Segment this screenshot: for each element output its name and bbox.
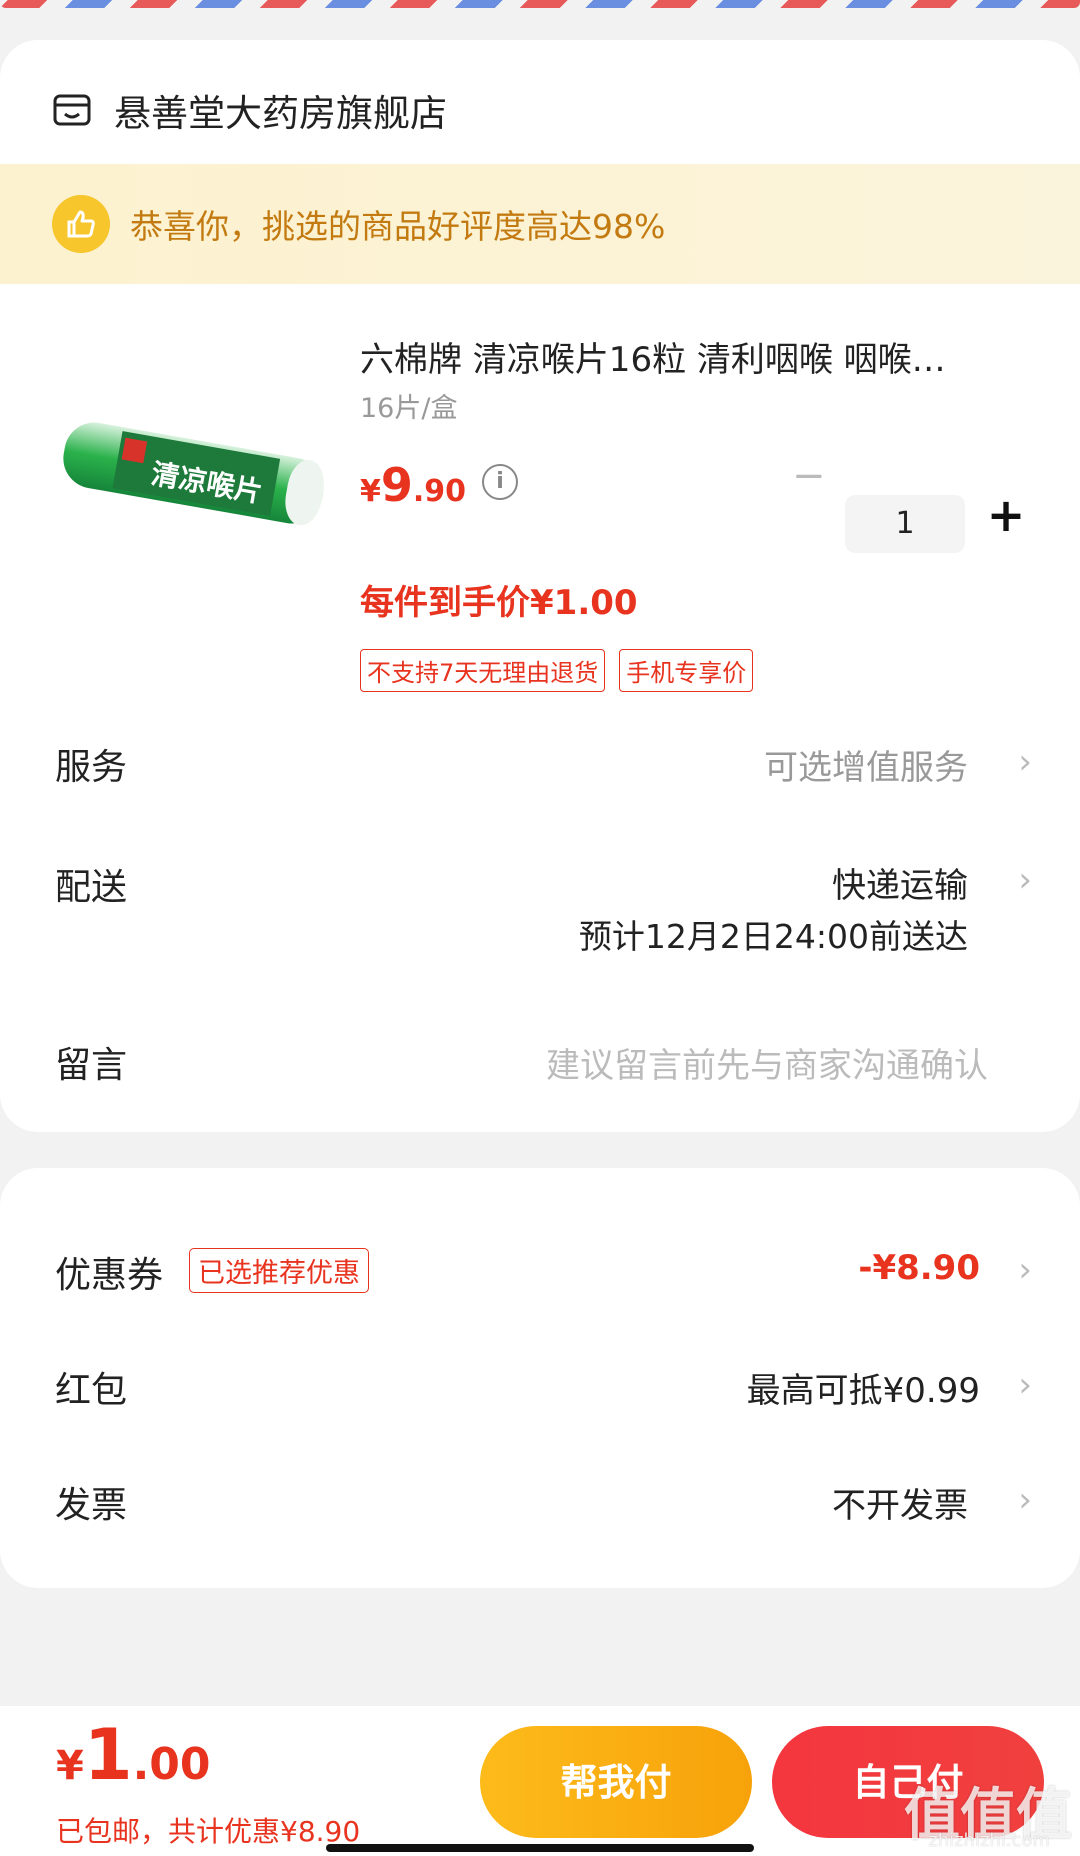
redpacket-value: 最高可抵¥0.99 [746, 1371, 980, 1411]
chevron-right-icon: › [1018, 1480, 1032, 1520]
delivery-eta: 预计12月2日24:00前送达 [578, 917, 968, 956]
total-integer: 1 [83, 1714, 133, 1796]
product-image[interactable]: 清凉喉片 [58, 410, 328, 540]
service-value: 可选增值服务 [764, 748, 968, 788]
message-label: 留言 [55, 1045, 128, 1086]
coupon-label: 优惠券 [55, 1255, 164, 1296]
invoice-value: 不开发票 [832, 1486, 968, 1526]
message-input[interactable]: 建议留言前先与商家沟通确认 [546, 1038, 988, 1087]
chevron-right-icon: › [1018, 742, 1032, 782]
chevron-right-icon: › [1018, 1250, 1032, 1290]
total-decimal: .00 [132, 1739, 211, 1790]
price-decimal: .90 [412, 474, 467, 509]
unit-price: 每件到手价¥1.00 [360, 583, 638, 623]
quantity-increase-button[interactable]: + [984, 488, 1028, 542]
help-pay-button[interactable]: 帮我付 [480, 1726, 752, 1838]
invoice-row[interactable]: 发票 不开发票 › [0, 1458, 1080, 1538]
store-header[interactable]: 悬善堂大药房旗舰店 [52, 80, 447, 140]
delivery-label: 配送 [55, 867, 128, 908]
price-info-icon[interactable]: i [482, 464, 518, 500]
tag-mobile-price: 手机专享价 [619, 649, 754, 692]
delivery-row[interactable]: 配送 快递运输 预计12月2日24:00前送达 › [0, 840, 1080, 956]
quantity-decrease-button[interactable]: − [792, 456, 826, 496]
chevron-right-icon: › [1018, 860, 1032, 900]
redpacket-row[interactable]: 红包 最高可抵¥0.99 › [0, 1343, 1080, 1423]
total-currency: ¥ [56, 1743, 84, 1789]
praise-banner: 恭喜你，挑选的商品好评度高达98% [0, 164, 1080, 284]
order-card: 悬善堂大药房旗舰店 恭喜你，挑选的商品好评度高达98% 清凉喉片 六棉牌 清凉喉… [0, 40, 1080, 1132]
store-icon [53, 94, 91, 126]
coupon-selected-tag: 已选推荐优惠 [189, 1248, 369, 1293]
airmail-border [0, 0, 1080, 8]
product-price: ¥9.90 [360, 458, 466, 512]
tag-no-return: 不支持7天无理由退货 [360, 649, 606, 692]
price-integer: 9 [380, 458, 413, 512]
product-title[interactable]: 六棉牌 清凉喉片16粒 清利咽喉 咽喉… [360, 332, 1030, 381]
delivery-method: 快递运输 [832, 866, 968, 906]
discount-card: 优惠券 已选推荐优惠 -¥8.90 › 红包 最高可抵¥0.99 › 发票 不开… [0, 1168, 1080, 1588]
chevron-right-icon: › [1018, 1365, 1032, 1405]
coupon-row[interactable]: 优惠券 已选推荐优惠 -¥8.90 › [0, 1228, 1080, 1308]
service-label: 服务 [55, 747, 128, 788]
product-spec[interactable]: 16片/盒 [360, 386, 457, 425]
home-indicator[interactable] [326, 1844, 754, 1852]
product-tags: 不支持7天无理由退货 手机专享价 [360, 649, 754, 692]
shipping-discount-note: 已包邮，共计优惠¥8.90 [56, 1815, 361, 1848]
redpacket-label: 红包 [55, 1370, 128, 1411]
quantity-field[interactable]: 1 [845, 495, 965, 553]
invoice-label: 发票 [55, 1485, 128, 1526]
thumbs-up-icon [52, 195, 110, 253]
message-row[interactable]: 留言 建议留言前先与商家沟通确认 [0, 1018, 1080, 1098]
price-currency: ¥ [360, 474, 381, 509]
store-name: 悬善堂大药房旗舰店 [114, 92, 447, 135]
service-row[interactable]: 服务 可选增值服务 › [0, 720, 1080, 800]
watermark-url: zhizhizhi.com [928, 1830, 1050, 1851]
praise-text: 恭喜你，挑选的商品好评度高达98% [130, 207, 666, 246]
total-price: ¥1.00 [56, 1714, 211, 1796]
coupon-value: -¥8.90 [858, 1248, 980, 1288]
